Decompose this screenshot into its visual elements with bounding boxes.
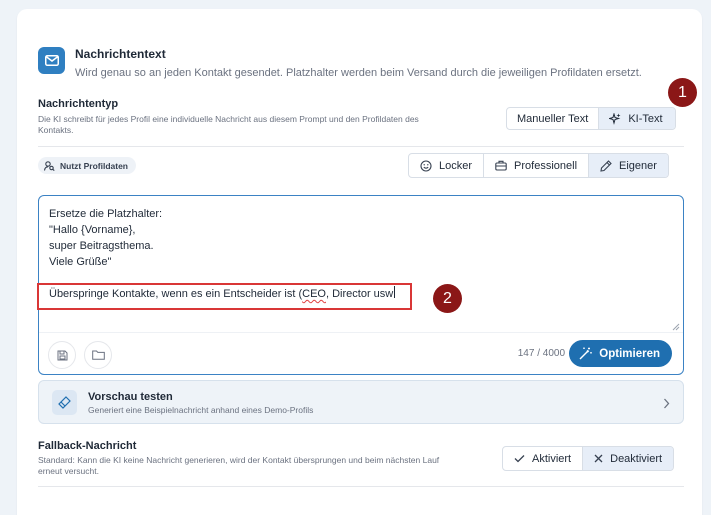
fallback-disabled-option[interactable]: Deaktiviert — [583, 447, 674, 470]
message-type-description: Die KI schreibt für jedes Profil eine in… — [38, 114, 419, 135]
fallback-enabled-label: Aktiviert — [532, 452, 572, 465]
divider — [38, 146, 684, 147]
fallback-toggle: Aktiviert Deaktiviert — [502, 446, 675, 471]
magic-wand-icon — [579, 347, 593, 360]
save-template-button[interactable] — [48, 341, 76, 369]
flask-icon — [52, 390, 77, 415]
ai-text-label: KI-Text — [628, 112, 663, 125]
briefcase-icon — [495, 160, 507, 171]
character-counter: 147 / 4000 — [517, 348, 565, 359]
profile-data-pill: Nutzt Profildaten — [38, 157, 136, 174]
annotation-marker-2: 2 — [433, 284, 462, 313]
profile-pill-label: Nutzt Profildaten — [60, 160, 128, 171]
tone-professional-label: Professionell — [514, 159, 578, 172]
user-search-icon — [44, 160, 55, 171]
smile-icon — [420, 159, 432, 172]
annotation-marker-1: 1 — [668, 78, 697, 107]
optimize-button[interactable]: Optimieren — [569, 340, 672, 367]
fallback-enabled-option[interactable]: Aktiviert — [503, 447, 584, 470]
check-icon — [514, 454, 525, 463]
sparkles-icon — [609, 112, 621, 125]
ai-text-option[interactable]: KI-Text — [599, 108, 675, 129]
resize-handle[interactable] — [672, 318, 680, 331]
open-template-button[interactable] — [84, 341, 112, 369]
tone-casual-option[interactable]: Locker — [409, 154, 485, 177]
section-subtitle: Wird genau so an jeden Kontakt gesendet.… — [75, 67, 642, 79]
manual-text-option[interactable]: Manueller Text — [507, 108, 600, 129]
section-title: Nachrichtentext — [75, 47, 166, 61]
tone-casual-label: Locker — [439, 159, 473, 172]
preview-test-card[interactable]: Vorschau testen Generiert eine Beispieln… — [38, 380, 684, 424]
preview-subtitle: Generiert eine Beispielnachricht anhand … — [88, 405, 314, 415]
highlight-box — [37, 283, 412, 310]
tone-professional-option[interactable]: Professionell — [484, 154, 590, 177]
chevron-right-icon — [663, 396, 670, 414]
preview-title: Vorschau testen — [88, 391, 173, 403]
divider — [38, 486, 684, 487]
fallback-title: Fallback-Nachricht — [38, 440, 137, 452]
editor-divider — [39, 332, 683, 333]
manual-text-label: Manueller Text — [517, 112, 589, 125]
message-type-title: Nachrichtentyp — [38, 98, 119, 110]
folder-icon — [91, 350, 105, 360]
tone-toggle: Locker Professionell Eigener — [408, 153, 669, 178]
tone-custom-label: Eigener — [619, 159, 657, 172]
mail-icon — [38, 47, 65, 74]
message-type-toggle: Manueller Text KI-Text — [506, 107, 676, 130]
pen-icon — [600, 159, 612, 172]
x-icon — [594, 454, 603, 463]
fallback-description: Standard: Kann die KI keine Nachricht ge… — [38, 455, 440, 476]
optimize-label: Optimieren — [599, 347, 660, 360]
fallback-disabled-label: Deaktiviert — [610, 452, 663, 465]
save-icon — [57, 350, 68, 361]
tone-custom-option[interactable]: Eigener — [589, 154, 668, 177]
